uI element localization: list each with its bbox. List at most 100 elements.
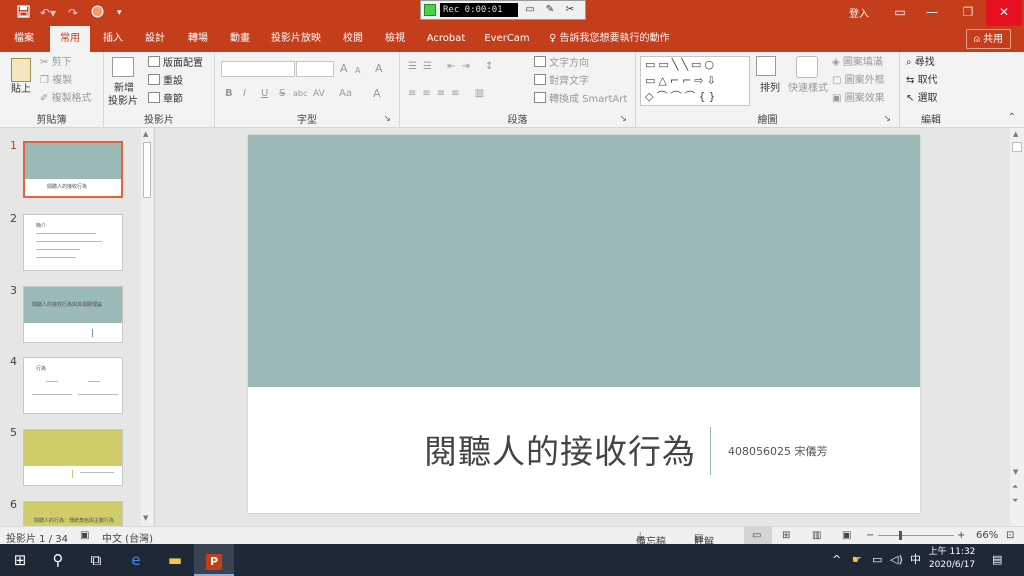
- slide-sorter-icon[interactable]: ⊞: [782, 530, 790, 541]
- ribbon-display-icon[interactable]: ▭: [882, 0, 918, 26]
- font-size-input[interactable]: [296, 61, 334, 77]
- slide-scrollbar[interactable]: ▲ ▼ ⏶ ⏷: [1010, 128, 1024, 526]
- scroll-down-icon[interactable]: ▼: [143, 514, 148, 522]
- shrink-font-button[interactable]: A: [355, 64, 360, 78]
- tab-animations[interactable]: 動畫: [225, 26, 255, 52]
- customize-toolbar-icon[interactable]: ▾: [117, 5, 122, 21]
- font-name-input[interactable]: [221, 61, 295, 77]
- tab-view[interactable]: 檢視: [380, 26, 410, 52]
- list-buttons[interactable]: ☰☰ ⇤⇥ ↕: [408, 60, 499, 74]
- tell-me-box[interactable]: ♀ 告訴我您想要執行的動作: [549, 26, 670, 52]
- char-spacing-button[interactable]: AV: [313, 87, 325, 101]
- record-icon[interactable]: [424, 4, 436, 16]
- maximize-icon[interactable]: ❐: [950, 0, 986, 26]
- tab-design[interactable]: 設計: [140, 26, 170, 52]
- previous-slide-icon[interactable]: ⏶: [1012, 482, 1018, 492]
- new-slide-button[interactable]: 新增: [114, 82, 134, 96]
- powerpoint-taskbar-icon[interactable]: P: [194, 544, 234, 576]
- ime-indicator[interactable]: 中: [910, 544, 921, 576]
- strike-button[interactable]: S: [279, 87, 285, 101]
- replace-button[interactable]: ⇆ 取代: [906, 74, 938, 88]
- login-link[interactable]: 登入: [849, 5, 869, 20]
- copy-button[interactable]: ❐ 複製: [40, 74, 72, 88]
- network-icon[interactable]: ▭: [872, 544, 882, 576]
- tab-review[interactable]: 校閱: [338, 26, 368, 52]
- spellcheck-icon[interactable]: ▣: [80, 530, 89, 541]
- scroll-up-icon[interactable]: ▲: [1013, 130, 1018, 138]
- bold-button[interactable]: B: [225, 87, 233, 101]
- thumbnail-1[interactable]: 閱聽人的接收行為: [23, 141, 123, 198]
- zoom-slider-thumb[interactable]: [899, 531, 902, 540]
- tab-file[interactable]: 檔案: [6, 26, 42, 52]
- font-color-button[interactable]: A: [373, 87, 381, 101]
- pen-icon[interactable]: ✎: [542, 3, 558, 17]
- zoom-level[interactable]: 66%: [976, 530, 998, 541]
- undo-icon[interactable]: ↶▾: [40, 5, 56, 21]
- find-button[interactable]: ⌕ 尋找: [906, 56, 935, 70]
- share-button[interactable]: ⍝ 共用: [966, 29, 1011, 49]
- fit-to-window-icon[interactable]: ⊡: [1006, 530, 1014, 541]
- volume-icon[interactable]: ◁): [890, 544, 903, 576]
- underline-button[interactable]: U: [261, 87, 268, 101]
- thumbnail-4[interactable]: 行為: [23, 357, 123, 414]
- section-button[interactable]: 章節: [148, 92, 183, 107]
- scroll-up-icon[interactable]: ▲: [143, 130, 148, 138]
- shape-outline-button[interactable]: ▢ 圖案外框: [832, 74, 885, 88]
- layout-button[interactable]: 版面配置: [148, 56, 203, 71]
- screenshot-icon[interactable]: ▭: [522, 3, 538, 17]
- slide-title[interactable]: 閱聽人的接收行為: [406, 425, 696, 473]
- thumbnail-scroll-thumb[interactable]: [143, 142, 151, 198]
- notifications-icon[interactable]: ▤: [992, 544, 1002, 576]
- thumbnail-3[interactable]: 閱聽人的接收行為與其相關理論: [23, 286, 123, 343]
- thumbnail-2[interactable]: 簡介: [23, 214, 123, 271]
- tab-evercam[interactable]: EverCam: [484, 26, 530, 52]
- file-explorer-icon[interactable]: ▬: [155, 544, 195, 576]
- font-dialog-launcher-icon[interactable]: ↘: [383, 114, 391, 124]
- zoom-in-icon[interactable]: +: [957, 530, 965, 541]
- clear-format-button[interactable]: A: [375, 62, 383, 76]
- present-icon[interactable]: [91, 5, 104, 22]
- select-button[interactable]: ↖ 選取: [906, 92, 938, 106]
- evercam-cursor-icon[interactable]: ☛: [852, 544, 862, 576]
- format-painter-button[interactable]: ✐ 複製格式: [40, 92, 92, 106]
- minimize-icon[interactable]: —: [914, 0, 950, 26]
- shape-effects-button[interactable]: ▣ 圖案效果: [832, 92, 885, 106]
- arrange-button[interactable]: 排列: [760, 82, 780, 96]
- cut-button[interactable]: ✂ 剪下: [40, 56, 72, 70]
- change-case-button[interactable]: Aa: [339, 87, 352, 101]
- drawing-dialog-launcher-icon[interactable]: ↘: [883, 114, 891, 124]
- text-direction-button[interactable]: 文字方向: [534, 56, 589, 71]
- quick-styles-button[interactable]: 快速樣式: [788, 82, 828, 96]
- tab-acrobat[interactable]: Acrobat: [424, 26, 468, 52]
- shape-fill-button[interactable]: ◈ 圖案填滿: [832, 56, 883, 70]
- paste-button[interactable]: 貼上: [11, 83, 31, 97]
- align-text-button[interactable]: 對齊文字: [534, 74, 589, 89]
- close-icon[interactable]: ✕: [986, 0, 1022, 26]
- shapes-gallery[interactable]: ▭▭╲╲▭○ ▭△⌐⌐⇨⇩ ◇⌒⌒⌒{}: [640, 56, 750, 106]
- collapse-ribbon-icon[interactable]: ⌃: [1008, 112, 1016, 123]
- task-view-icon[interactable]: ⧉: [76, 544, 116, 576]
- next-slide-icon[interactable]: ⏷: [1012, 496, 1018, 506]
- grow-font-button[interactable]: A: [340, 62, 348, 76]
- thumbnail-scrollbar[interactable]: ▲ ▼: [141, 128, 153, 526]
- save-icon[interactable]: [17, 5, 30, 22]
- redo-icon[interactable]: ↷: [68, 5, 78, 21]
- reading-view-icon[interactable]: ▥: [812, 530, 821, 541]
- slide-subtitle[interactable]: 408056025 宋儀芳: [728, 443, 827, 459]
- tab-slideshow[interactable]: 投影片放映: [268, 26, 324, 52]
- shadow-button[interactable]: abc: [293, 87, 307, 101]
- paragraph-dialog-launcher-icon[interactable]: ↘: [619, 114, 627, 124]
- align-buttons[interactable]: ≡≡≡≡ ▥: [408, 87, 490, 101]
- scissors-icon[interactable]: ✂: [562, 3, 578, 17]
- smartart-button[interactable]: 轉換成 SmartArt: [534, 92, 627, 107]
- language-indicator[interactable]: 中文 (台灣): [102, 530, 153, 545]
- slideshow-icon[interactable]: ▣: [842, 530, 851, 541]
- scroll-down-icon[interactable]: ▼: [1013, 468, 1018, 476]
- reset-button[interactable]: 重設: [148, 74, 183, 89]
- zoom-out-icon[interactable]: −: [866, 530, 874, 541]
- new-slide-button-2[interactable]: 投影片: [108, 95, 138, 109]
- slide-scroll-thumb[interactable]: [1012, 142, 1022, 152]
- search-icon[interactable]: ⚲: [38, 544, 78, 576]
- thumbnail-5[interactable]: [23, 429, 123, 486]
- thumbnail-6[interactable]: 閱聽人的行為：傳統角色與主動行為: [23, 501, 123, 526]
